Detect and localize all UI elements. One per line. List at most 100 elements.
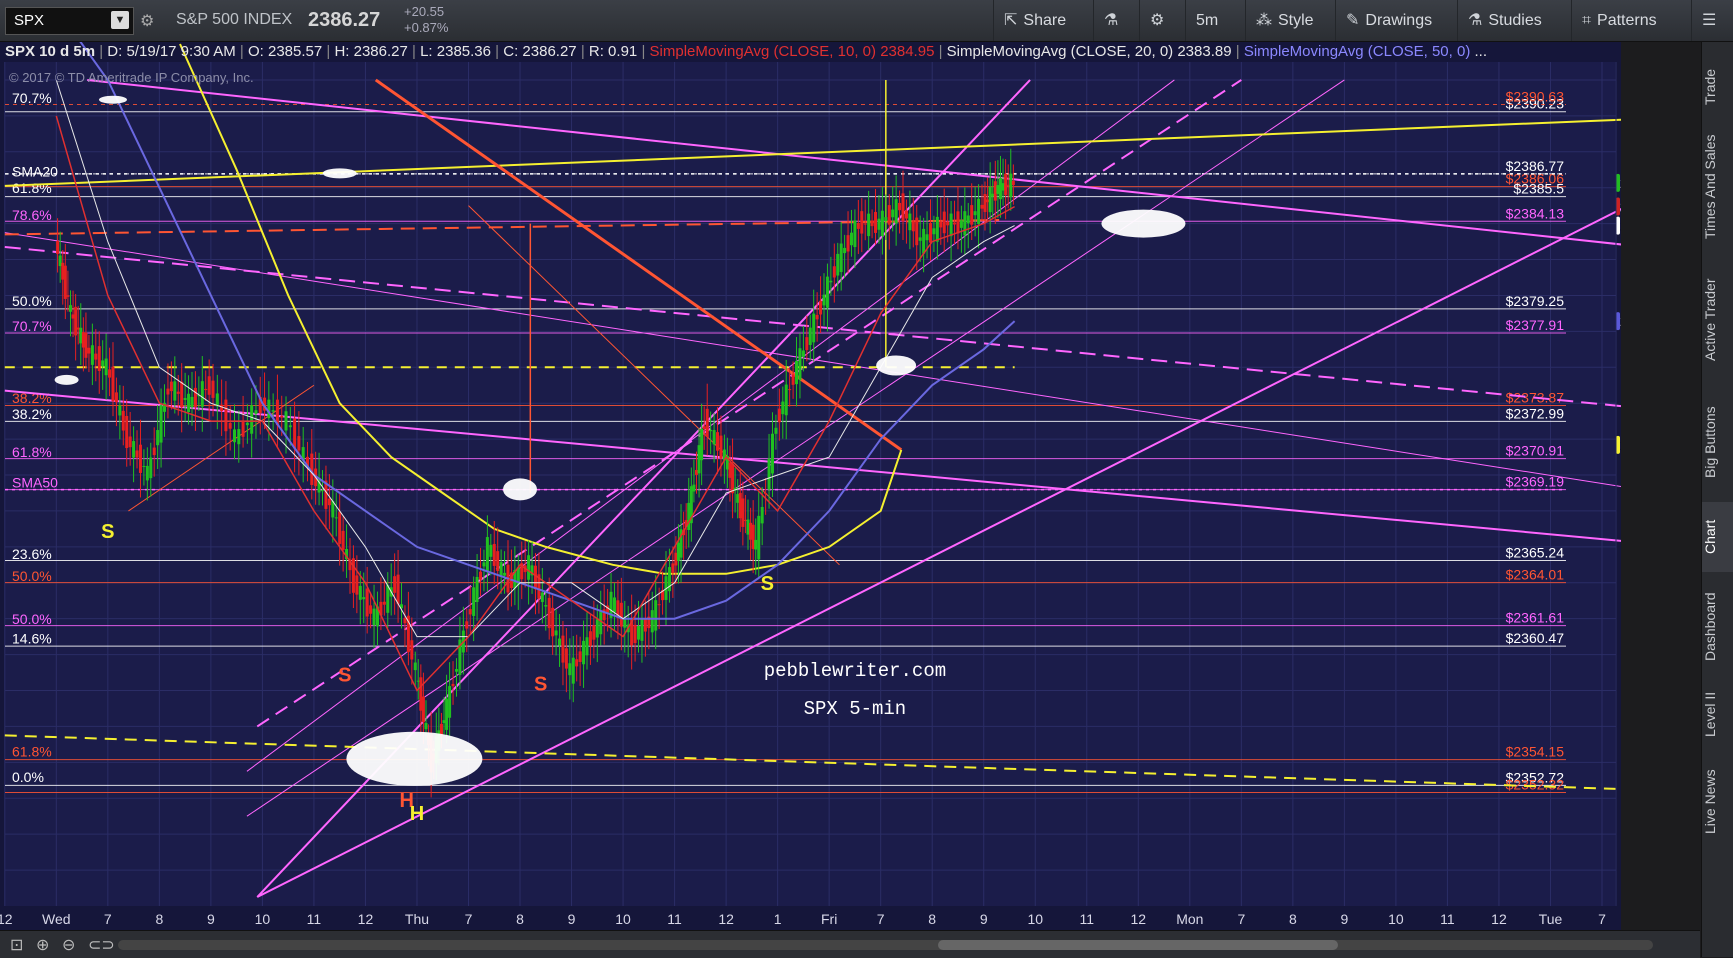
price-chart[interactable]: 2348235023522354235623582360236223642366… [0,42,1621,930]
candle-body [173,381,177,401]
candle-body [898,202,902,211]
share-icon: ⇱ [1004,12,1018,29]
zoom-out-icon[interactable]: ⊖ [62,935,75,955]
candle-body [104,358,108,376]
candle-body [97,346,101,372]
watermark-site: pebblewriter.com [764,660,946,682]
plot-background [5,62,1615,906]
drawings-button[interactable]: ✎ Drawings [1335,0,1464,41]
share-button[interactable]: ⇱ Share [993,0,1100,41]
candle-body [1011,180,1015,186]
studies-button[interactable]: ⚗ Studies [1457,0,1578,41]
sma50-label[interactable]: SimpleMovingAvg (CLOSE, 50, 0) [1244,43,1471,60]
candle-body [254,410,258,414]
candle-body [475,576,479,602]
patterns-button[interactable]: ⌗ Patterns [1571,0,1696,41]
candle-body [442,720,446,724]
candle-body [410,640,414,660]
tab-chart[interactable]: Chart [1702,502,1733,572]
candle-body [815,314,819,320]
candle-body [956,211,960,234]
candle-body [334,517,338,519]
candle-body [489,544,493,557]
tab-trade[interactable]: Trade [1702,62,1733,112]
price-change: +20.55 +0.87% [404,4,448,36]
candle-body [694,469,698,475]
pattern-icon: ⌗ [1582,12,1592,29]
pattern-annotation: S [761,573,774,595]
candle-body [928,223,932,243]
candle-body [224,399,228,432]
candle-body [757,515,761,560]
sma10-label[interactable]: SimpleMovingAvg (CLOSE, 10, 0) [650,43,877,60]
tab-dashboard[interactable]: Dashboard [1702,582,1733,672]
gear-icon[interactable]: ⚙ [140,11,154,31]
tab-live-news[interactable]: Live News [1702,757,1733,847]
timeframe-button[interactable]: 5m [1185,0,1252,41]
zoom-in-icon[interactable]: ⊕ [36,935,49,955]
scroll-thumb[interactable] [938,940,1338,950]
candle-body [585,637,589,656]
candle-body [138,444,142,473]
candle-body [190,396,194,408]
candle-body [754,539,758,550]
candle-body [741,498,745,527]
chart-header: SPX 10 d 5m | D: 5/19/17 9:30 AM | O: 23… [5,43,1488,60]
price-level-label: $2352.32 [1506,777,1565,793]
candle-body [770,433,774,474]
candle-body [736,494,740,503]
candle-body [657,604,661,606]
fib-level-label: 50.0% [12,568,52,584]
zoom-reset-icon[interactable]: ⊡ [10,935,23,955]
candle-body [588,631,592,646]
candle-body [904,210,908,219]
candle-body [472,587,476,616]
bar-open: O: 2385.57 [247,43,323,60]
tab-times-and-sales[interactable]: Times And Sales [1702,127,1733,247]
candle-body [911,221,915,232]
style-button[interactable]: ⁂ Style [1245,0,1342,41]
candle-body [836,253,840,276]
price-level-label: $2372.99 [1506,405,1565,421]
axis-price-badge-label: 2383.89 [1620,218,1621,234]
candle-body [819,300,823,315]
tab-active-trader[interactable]: Active Trader [1702,257,1733,382]
candle-body [355,575,359,595]
tab-big-buttons[interactable]: Big Buttons [1702,392,1733,492]
candle-body [996,185,1000,194]
candle-body [856,222,860,229]
candle-body [702,426,706,429]
sma20-marker-ellipse [322,168,357,179]
candle-body [650,610,654,633]
candle-body [674,552,678,566]
candle-body [479,571,483,580]
candle-body [582,640,586,665]
copyright-notice: © 2017 © TD Ameritrade IP Company, Inc. [9,70,254,85]
sma20-label[interactable]: SimpleMovingAvg (CLOSE, 20, 0) [947,43,1174,60]
chevron-down-icon[interactable]: ▼ [111,11,129,29]
candle-body [643,619,647,632]
candle-body [812,313,816,343]
more-indicator[interactable]: ... [1475,43,1488,60]
candle-body [697,445,701,474]
time-scrollbar[interactable] [118,940,1653,950]
candle-body [561,635,565,663]
candle-body [445,698,449,730]
bar-close: C: 2386.27 [503,43,577,60]
menu-button[interactable]: ☰ [1691,0,1732,41]
fib-level-label: 78.6% [12,207,52,223]
candle-body [365,588,369,617]
candle-body [84,332,88,358]
candle-body [207,376,211,395]
toolbar: SPX ▼ ⚙ S&P 500 INDEX 2386.27 +20.55 +0.… [0,0,1733,42]
candle-body [719,435,723,459]
candle-body [849,232,853,246]
pattern-annotation: S [101,521,114,543]
fib-level-label: 50.0% [12,611,52,627]
zoom-range-icon[interactable]: ⊂⊃ [88,935,115,955]
candle-body [687,502,691,530]
symbol-selector[interactable]: SPX ▼ [5,7,134,35]
candle-body [237,429,241,445]
candle-body [448,686,452,718]
tab-level-ii[interactable]: Level II [1702,682,1733,747]
